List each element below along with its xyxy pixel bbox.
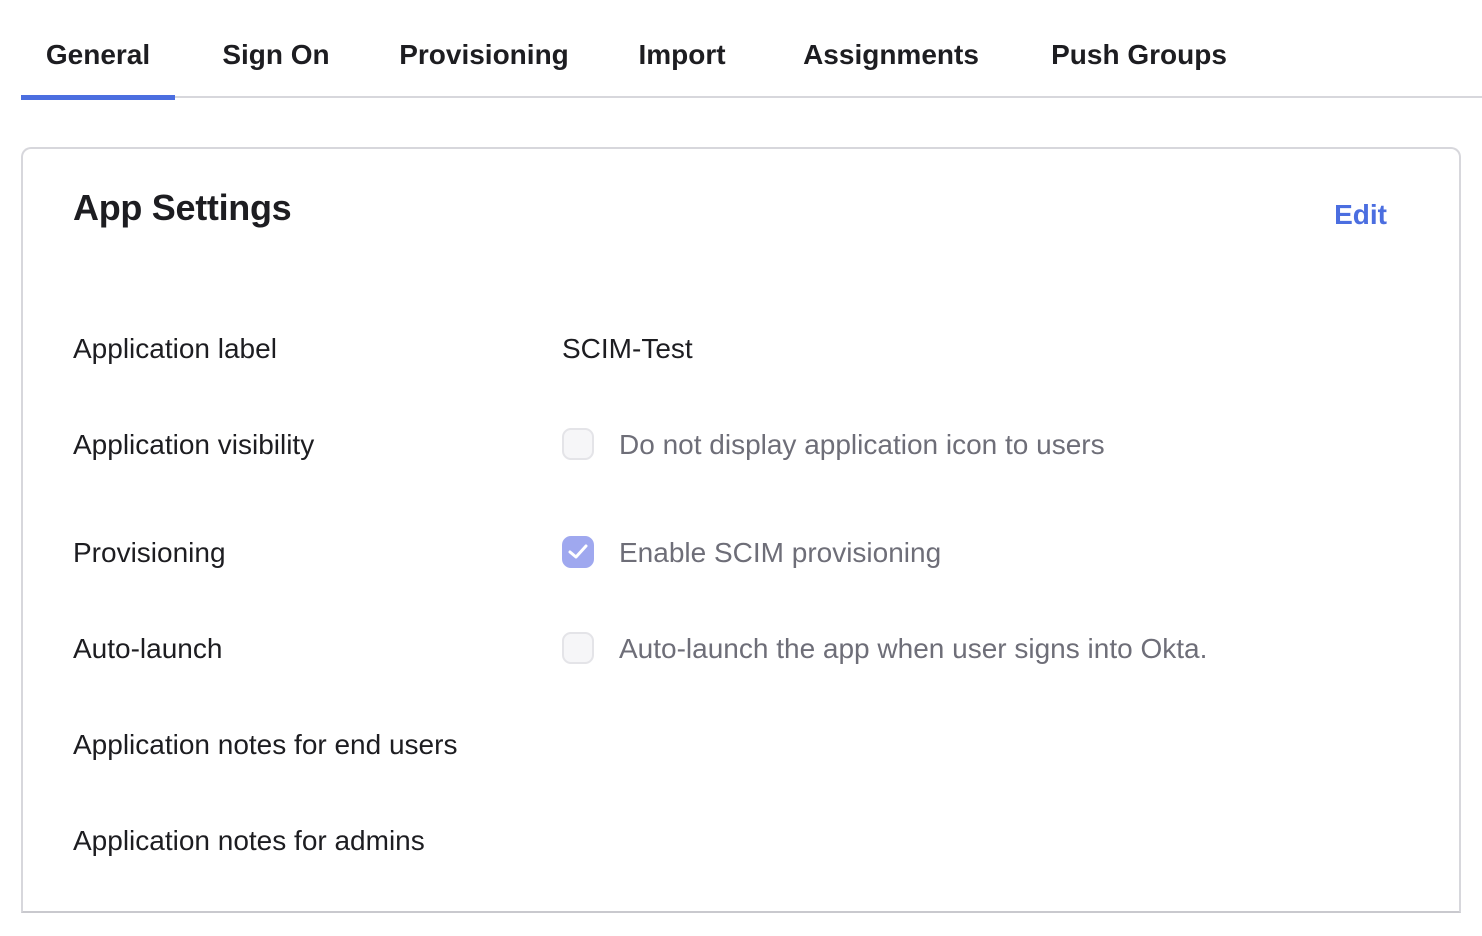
row-label: Application label — [73, 333, 277, 364]
row-application-label: Application label SCIM-Test — [23, 329, 1459, 369]
row-application-visibility: Application visibility Do not display ap… — [23, 425, 1459, 465]
tab-assignments[interactable]: Assignments — [791, 0, 991, 98]
auto-launch-checkbox-label[interactable]: Auto-launch the app when user signs into… — [619, 629, 1207, 669]
enable-scim-checkbox-label[interactable]: Enable SCIM provisioning — [619, 533, 941, 573]
checkmark-icon — [568, 544, 588, 559]
app-settings-panel: App Settings Edit Application label SCIM… — [21, 147, 1461, 913]
row-label: Application notes for end users — [73, 729, 458, 760]
tab-provisioning[interactable]: Provisioning — [389, 0, 579, 98]
hide-icon-checkbox[interactable] — [562, 428, 594, 460]
row-label: Auto-launch — [73, 633, 223, 664]
edit-button[interactable]: Edit — [1334, 199, 1387, 231]
application-label-value: SCIM-Test — [562, 333, 693, 364]
row-notes-end-users: Application notes for end users — [23, 725, 1459, 765]
row-notes-admins: Application notes for admins — [23, 821, 1459, 861]
panel-title: App Settings — [73, 187, 292, 228]
row-label: Provisioning — [73, 537, 226, 568]
tab-sign-on[interactable]: Sign On — [211, 0, 341, 98]
hide-icon-checkbox-label[interactable]: Do not display application icon to users — [619, 425, 1105, 465]
row-label: Application visibility — [73, 429, 315, 460]
enable-scim-checkbox[interactable] — [562, 536, 594, 568]
row-label: Application notes for admins — [73, 825, 425, 856]
row-provisioning: Provisioning Enable SCIM provisioning — [23, 533, 1459, 573]
tab-import[interactable]: Import — [627, 0, 737, 98]
tab-general[interactable]: General — [21, 0, 175, 100]
tab-push-groups[interactable]: Push Groups — [1039, 0, 1239, 98]
auto-launch-checkbox[interactable] — [562, 632, 594, 664]
tab-bar: General Sign On Provisioning Import Assi… — [21, 0, 1482, 100]
row-auto-launch: Auto-launch Auto-launch the app when use… — [23, 629, 1459, 669]
